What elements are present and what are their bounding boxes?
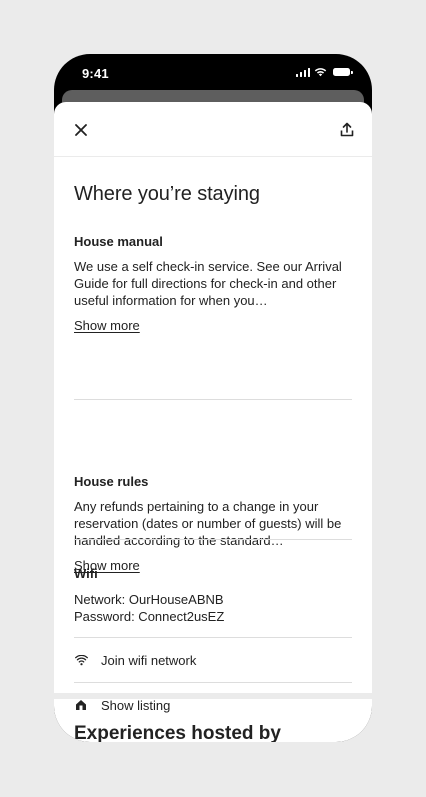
- house-manual-section: House manual We use a self check-in serv…: [74, 234, 352, 335]
- close-icon: [75, 124, 87, 136]
- wifi-network: Network: OurHouseABNB: [74, 592, 224, 607]
- join-wifi-network-label: Join wifi network: [101, 652, 197, 668]
- status-bar: 9:41: [54, 54, 372, 94]
- cellular-signal-icon: [295, 67, 310, 77]
- show-listing-button[interactable]: Show listing: [74, 683, 352, 727]
- home-icon: [74, 698, 88, 712]
- wifi-password: Password: Connect2usEZ: [74, 609, 225, 624]
- phone-frame: 9:41 Where you’re staying House manual W…: [54, 54, 372, 742]
- wifi-status-icon: [314, 68, 327, 77]
- close-button[interactable]: [70, 119, 92, 141]
- house-manual-text: We use a self check-in service. See our …: [74, 259, 342, 308]
- share-button[interactable]: [336, 118, 358, 140]
- status-time: 9:41: [82, 66, 109, 81]
- house-rules-section: House rules Any refunds pertaining to a …: [74, 474, 352, 575]
- house-rules-text: Any refunds pertaining to a change in yo…: [74, 499, 342, 548]
- share-icon: [340, 122, 354, 136]
- page-title: Where you’re staying: [74, 183, 260, 205]
- sheet-header: [54, 102, 372, 157]
- section-separator: [54, 693, 372, 699]
- experiences-heading: Experiences hosted by: [74, 723, 281, 742]
- where-youre-staying-sheet: Where you’re staying House manual We use…: [54, 102, 372, 742]
- wifi-section: Wifi Network: OurHouseABNB Password: Con…: [74, 566, 352, 625]
- divider: [74, 539, 352, 540]
- wifi-details: Network: OurHouseABNB Password: Connect2…: [74, 591, 352, 625]
- show-listing-label: Show listing: [101, 697, 171, 713]
- house-manual-heading: House manual: [74, 234, 163, 249]
- status-icons: [295, 67, 353, 77]
- house-rules-heading: House rules: [74, 474, 149, 489]
- battery-icon: [333, 68, 353, 76]
- wifi-heading: Wifi: [74, 566, 98, 581]
- divider: [74, 399, 352, 400]
- wifi-icon: [74, 653, 88, 667]
- join-wifi-network-button[interactable]: Join wifi network: [74, 638, 352, 682]
- house-manual-show-more-link[interactable]: Show more: [74, 318, 140, 333]
